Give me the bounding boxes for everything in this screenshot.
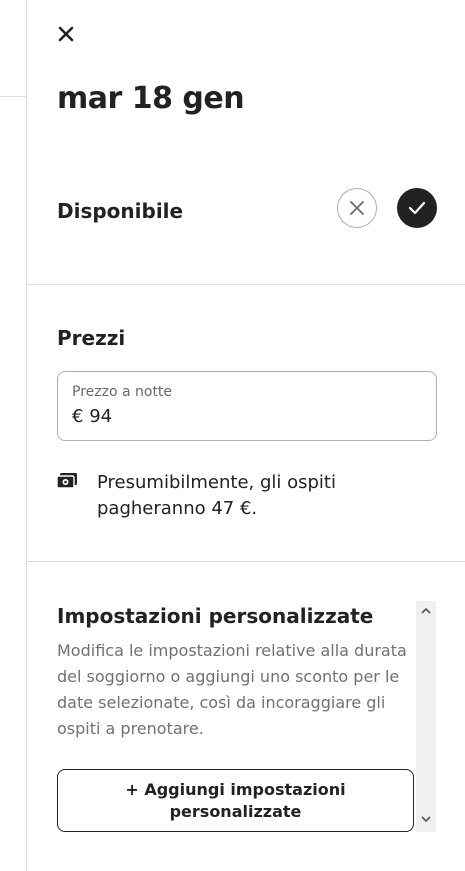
nightly-price-label: Prezzo a notte (72, 384, 173, 400)
available-button[interactable] (397, 188, 437, 228)
divider (27, 561, 465, 562)
scroll-up-button[interactable] (416, 603, 436, 621)
unavailable-button[interactable] (337, 188, 377, 228)
pricing-title: Prezzi (57, 326, 126, 350)
scroll-down-button[interactable] (416, 812, 436, 830)
availability-label: Disponibile (57, 199, 184, 223)
calendar-edge (0, 0, 27, 871)
add-custom-settings-button[interactable]: + Aggiungi impostazioni personalizzate (57, 769, 414, 832)
day-settings-panel: mar 18 gen Disponibile Prezzi Prezzo a n… (27, 0, 465, 871)
divider (27, 284, 465, 285)
date-title: mar 18 gen (57, 81, 245, 116)
custom-settings-title: Impostazioni personalizzate (57, 604, 374, 628)
custom-settings-description: Modifica le impostazioni relative alla d… (57, 641, 407, 738)
price-amount: 94 (89, 406, 113, 427)
money-icon (57, 473, 77, 489)
currency-symbol: € (72, 406, 84, 427)
guest-price-estimate: Presumibilmente, gli ospiti pagheranno 4… (97, 472, 336, 519)
calendar-edge-divider (0, 96, 26, 97)
nightly-price-field[interactable]: Prezzo a notte € 94 (57, 371, 437, 441)
checkmark-icon (408, 201, 426, 215)
chevron-up-icon (421, 607, 431, 614)
close-button[interactable] (54, 22, 78, 46)
chevron-down-icon (421, 816, 431, 823)
x-icon (350, 201, 364, 215)
nightly-price-value[interactable]: € 94 (72, 406, 112, 427)
scrollbar[interactable] (416, 601, 436, 832)
close-icon (58, 26, 74, 42)
